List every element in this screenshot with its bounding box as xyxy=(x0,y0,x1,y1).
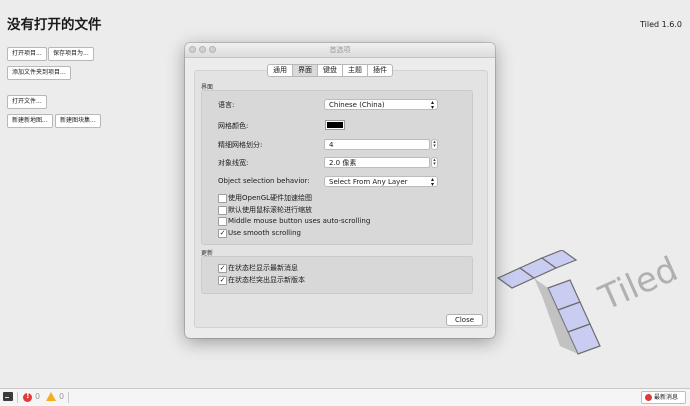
new-map-button[interactable]: 新建新地图... xyxy=(7,114,53,128)
wheel-zoom-checkbox[interactable] xyxy=(218,206,227,215)
tab-plugins[interactable]: 插件 xyxy=(367,64,393,77)
language-select[interactable]: Chinese (China) ▴ ▾ xyxy=(324,99,438,111)
tiled-main-window: 没有打开的文件 Tiled 1.6.0 打开项目... 保存项目为... 添加文… xyxy=(0,0,690,406)
no-file-title: 没有打开的文件 xyxy=(7,17,102,33)
dialog-title: 首选项 xyxy=(329,46,351,54)
tab-interface[interactable]: 界面 xyxy=(292,64,318,77)
fine-grid-input[interactable]: 4 xyxy=(324,139,430,150)
updates-group xyxy=(201,256,473,294)
show-news-checkbox[interactable]: ✓ xyxy=(218,264,227,273)
object-line-width-label: 对象线宽: xyxy=(218,159,249,167)
error-count: 0 xyxy=(35,392,41,401)
highlight-new-version-checkbox[interactable]: ✓ xyxy=(218,276,227,285)
status-separator xyxy=(17,392,18,403)
news-alert-icon xyxy=(645,394,652,401)
grid-color-swatch[interactable] xyxy=(325,120,345,130)
middle-mouse-checkbox[interactable] xyxy=(218,217,227,226)
preferences-tabs: 通用 界面 键盘 主题 插件 xyxy=(267,64,393,77)
chevron-updown-icon: ▴ ▾ xyxy=(430,176,434,188)
tab-keyboard[interactable]: 键盘 xyxy=(317,64,343,77)
fine-grid-stepper[interactable]: ▴ ▾ xyxy=(431,139,438,150)
news-button[interactable]: 最新消息 xyxy=(641,391,686,404)
open-file-button[interactable]: 打开文件... xyxy=(7,95,47,109)
language-value: Chinese (China) xyxy=(329,101,385,109)
status-bar: 0 0 最新消息 xyxy=(0,388,690,406)
grid-color-fill xyxy=(327,122,343,128)
highlight-new-version-checkbox-label: 在状态栏突出显示新版本 xyxy=(228,276,305,284)
opengl-checkbox[interactable] xyxy=(218,194,227,203)
warning-count: 0 xyxy=(59,392,65,401)
console-icon[interactable] xyxy=(3,392,13,401)
close-button[interactable]: Close xyxy=(446,314,483,326)
object-selection-value: Select From Any Layer xyxy=(329,178,408,186)
fine-grid-label: 精细网格划分: xyxy=(218,141,263,149)
wheel-zoom-checkbox-label: 默认使用鼠标滚轮进行缩放 xyxy=(228,206,312,214)
middle-mouse-checkbox-label: Middle mouse button uses auto-scrolling xyxy=(228,217,371,225)
new-tileset-button[interactable]: 新建图块集... xyxy=(55,114,101,128)
open-project-button[interactable]: 打开项目... xyxy=(7,47,47,61)
error-icon[interactable] xyxy=(23,391,32,402)
version-label: Tiled 1.6.0 xyxy=(640,20,682,29)
object-line-width-input[interactable]: 2.0 像素 xyxy=(324,157,430,168)
tab-theme[interactable]: 主题 xyxy=(342,64,368,77)
object-selection-label: Object selection behavior: xyxy=(218,177,310,185)
tiled-logo: Tiled xyxy=(496,250,680,355)
add-folder-to-project-button[interactable]: 添加文件夹到项目... xyxy=(7,66,71,80)
tab-general[interactable]: 通用 xyxy=(267,64,293,77)
warning-icon[interactable] xyxy=(46,392,56,401)
object-line-width-stepper[interactable]: ▴ ▾ xyxy=(431,157,438,168)
smooth-scrolling-checkbox[interactable]: ✓ xyxy=(218,229,227,238)
dialog-titlebar: 首选项 xyxy=(185,43,495,58)
logo-text: Tiled xyxy=(592,250,680,319)
show-news-checkbox-label: 在状态栏显示最新消息 xyxy=(228,264,298,272)
smooth-scrolling-checkbox-label: Use smooth scrolling xyxy=(228,229,301,237)
save-project-as-button[interactable]: 保存项目为... xyxy=(48,47,94,61)
status-separator xyxy=(68,392,69,403)
news-button-label: 最新消息 xyxy=(654,394,679,401)
object-selection-select[interactable]: Select From Any Layer ▴ ▾ xyxy=(324,176,438,188)
grid-color-label: 网格颜色: xyxy=(218,122,249,130)
chevron-updown-icon: ▴ ▾ xyxy=(430,99,434,111)
opengl-checkbox-label: 使用OpenGL硬件加速绘图 xyxy=(228,194,313,202)
language-label: 语言: xyxy=(218,101,235,109)
